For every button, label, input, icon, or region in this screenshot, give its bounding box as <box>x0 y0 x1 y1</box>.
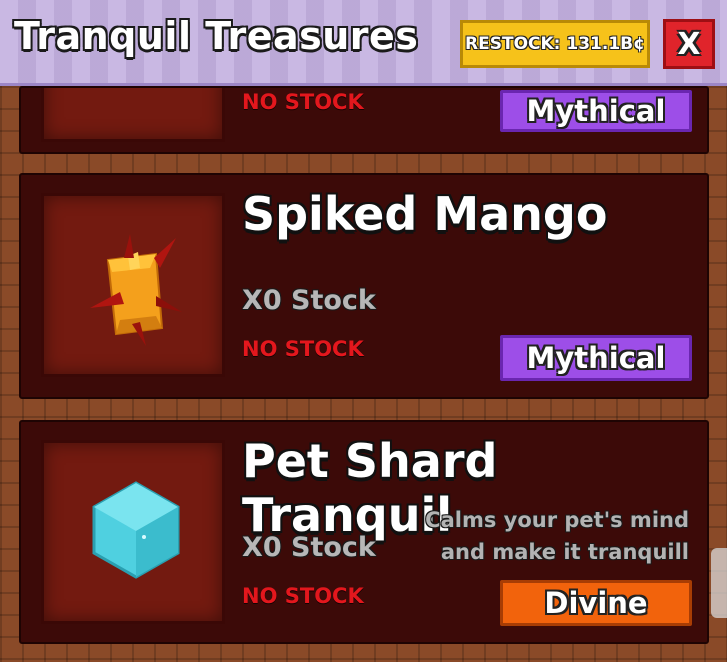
close-button[interactable]: X <box>663 19 715 69</box>
item-name: Spiked Mango <box>242 187 608 241</box>
item-thumbnail <box>41 88 225 142</box>
rarity-badge-mythical[interactable]: Mythical <box>500 335 692 381</box>
item-description: Calms your pet's mind and make it tranqu… <box>389 504 689 568</box>
stock-count: X0 Stock <box>242 285 376 316</box>
restock-button[interactable]: RESTOCK: 131.1B¢ <box>460 20 650 68</box>
description-line: and make it tranquill <box>440 540 689 564</box>
rarity-badge-divine[interactable]: Divine <box>500 580 692 626</box>
scrollbar-handle[interactable] <box>711 548 727 618</box>
no-stock-label: NO STOCK <box>242 337 364 361</box>
stock-count: X0 Stock <box>242 532 376 563</box>
shop-item-card[interactable]: Spiked Mango X0 Stock NO STOCK Mythical <box>19 173 709 399</box>
shop-title: Tranquil Treasures <box>14 14 419 58</box>
description-line: Calms your pet's mind <box>425 508 689 532</box>
item-thumbnail <box>41 440 225 624</box>
no-stock-label: NO STOCK <box>242 584 364 608</box>
spiked-mango-icon <box>90 234 182 346</box>
shop-item-card[interactable]: NO STOCK Mythical <box>19 86 709 154</box>
pet-shard-icon <box>92 481 180 579</box>
item-thumbnail <box>41 193 225 377</box>
shop-header: Tranquil Treasures RESTOCK: 131.1B¢ X <box>0 0 727 86</box>
shop-item-card[interactable]: Pet Shard Tranquil X0 Stock Calms your p… <box>19 420 709 644</box>
rarity-badge-mythical[interactable]: Mythical <box>500 90 692 132</box>
no-stock-label: NO STOCK <box>242 90 364 114</box>
